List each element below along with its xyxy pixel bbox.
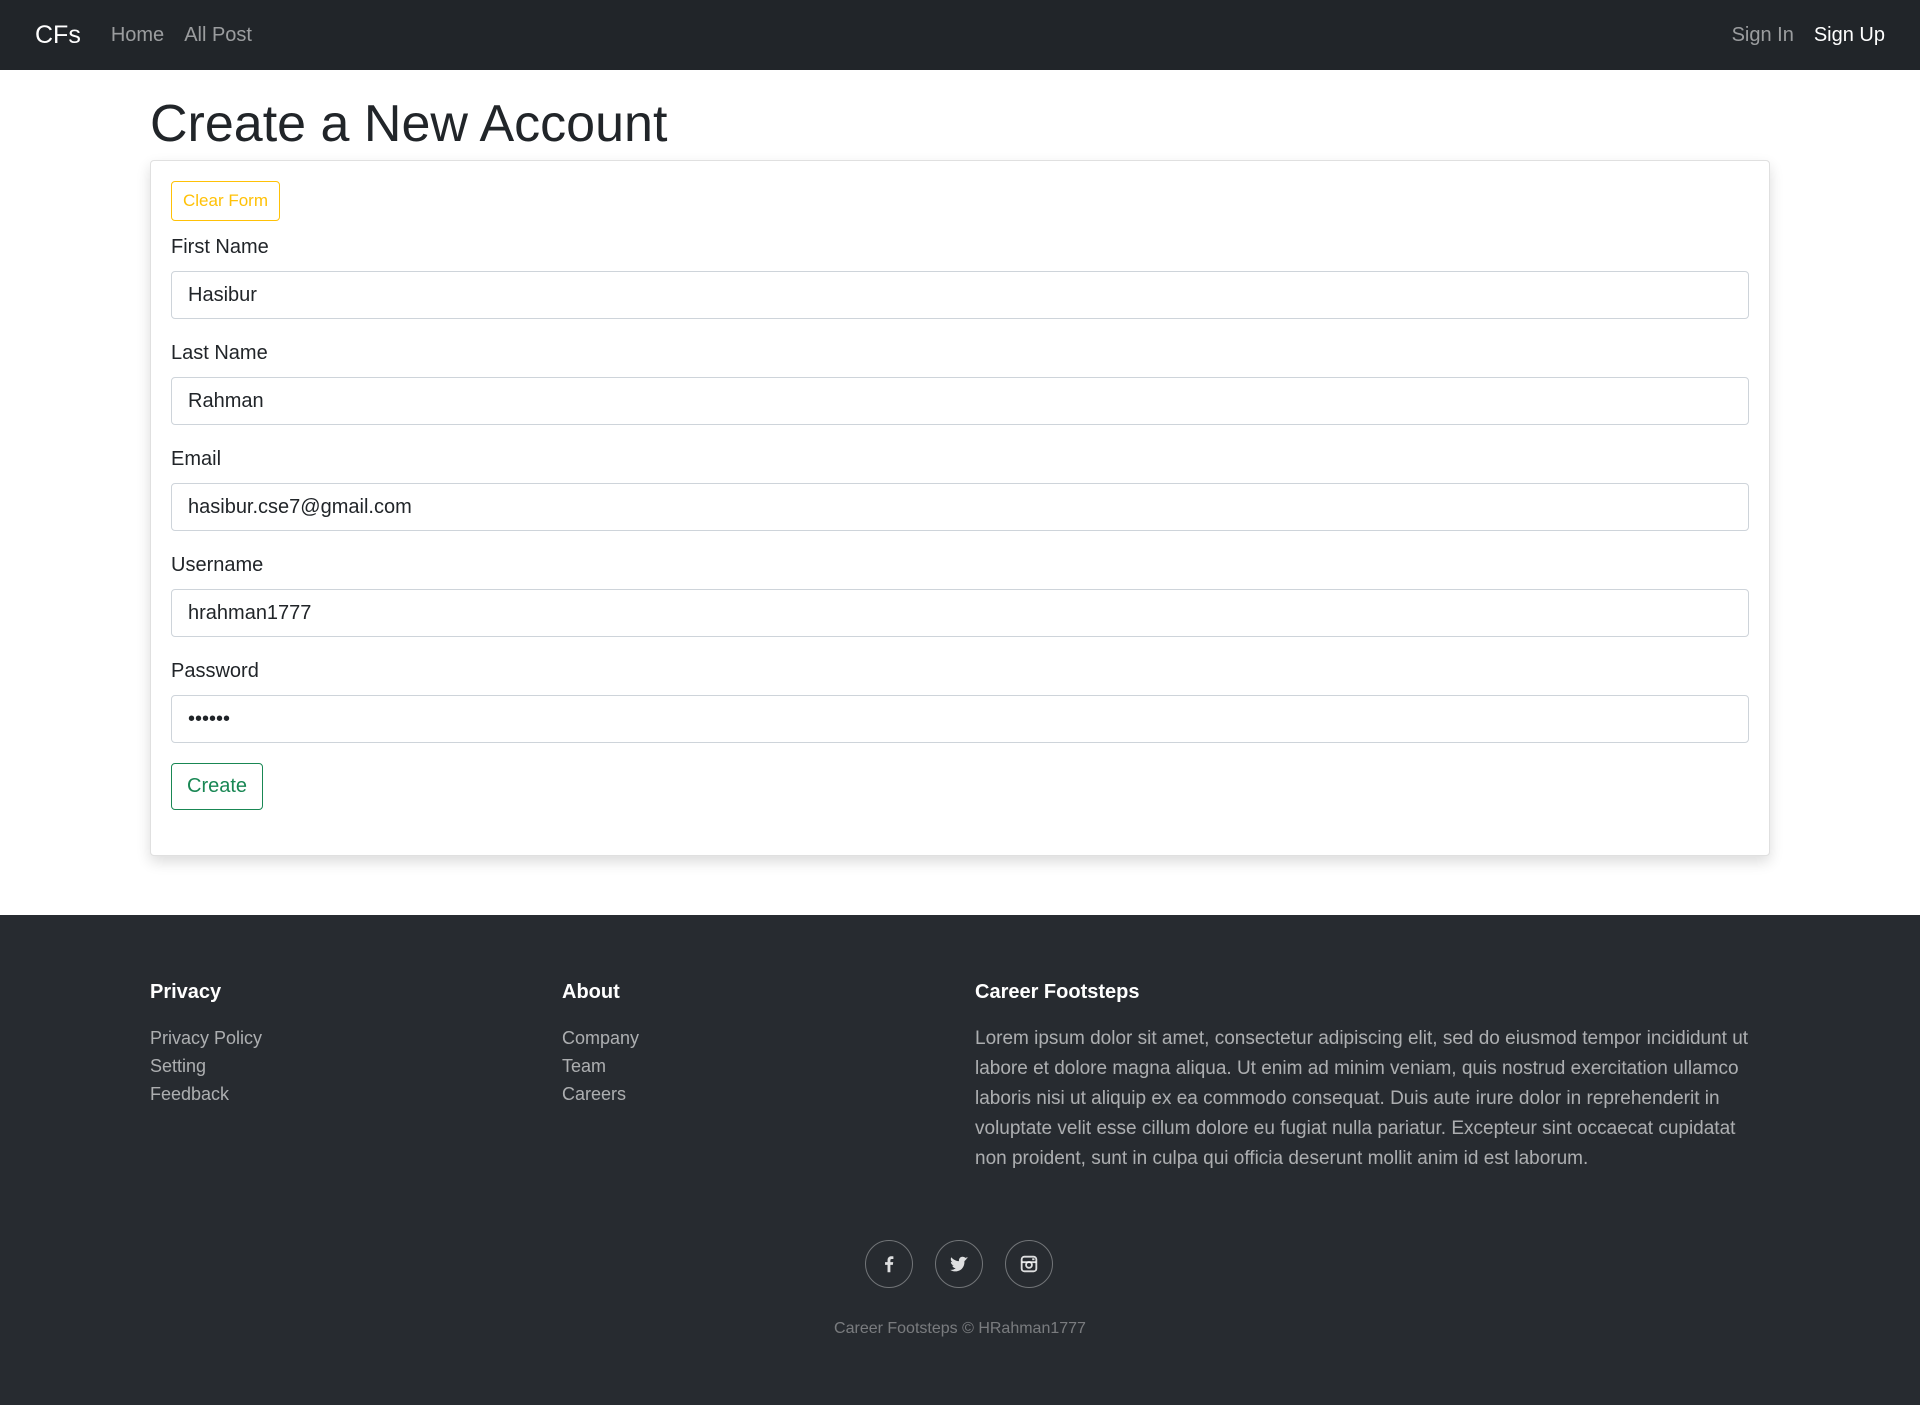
copyright-text: Career Footsteps © HRahman1777 bbox=[834, 1320, 1086, 1337]
password-group: Password •••••• bbox=[171, 659, 1749, 743]
careers-link[interactable]: Careers bbox=[562, 1080, 639, 1108]
last-name-label: Last Name bbox=[171, 342, 268, 364]
first-name-input[interactable]: Hasibur bbox=[171, 271, 1749, 319]
email-group: Email hasibur.cse7@gmail.com bbox=[171, 447, 1749, 531]
nav-auth-links: Sign In Sign Up bbox=[1732, 24, 1885, 47]
social-links bbox=[865, 1240, 1053, 1288]
footer-about-column: About Company Team Careers bbox=[562, 980, 639, 1108]
company-link[interactable]: Company bbox=[562, 1024, 639, 1052]
brand-logo[interactable]: CFs bbox=[35, 21, 81, 50]
sign-in-link[interactable]: Sign In bbox=[1732, 24, 1794, 47]
nav-links: Home All Post bbox=[111, 24, 252, 47]
password-input[interactable]: •••••• bbox=[171, 695, 1749, 743]
signup-form-card: Clear Form First Name Hasibur Last Name … bbox=[150, 160, 1770, 856]
nav-link-home[interactable]: Home bbox=[111, 24, 164, 47]
email-label: Email bbox=[171, 448, 222, 470]
footer-career-heading: Career Footsteps bbox=[975, 981, 1140, 1003]
username-label: Username bbox=[171, 554, 264, 576]
setting-link[interactable]: Setting bbox=[150, 1052, 262, 1080]
footer-privacy-heading: Privacy bbox=[150, 981, 222, 1003]
nav-link-all-post[interactable]: All Post bbox=[184, 24, 252, 47]
first-name-group: First Name Hasibur bbox=[171, 235, 1749, 319]
facebook-icon[interactable] bbox=[865, 1240, 913, 1288]
privacy-policy-link[interactable]: Privacy Policy bbox=[150, 1024, 262, 1052]
footer-career-text: Lorem ipsum dolor sit amet, consectetur … bbox=[975, 1028, 1749, 1169]
footer-privacy-column: Privacy Privacy Policy Setting Feedback bbox=[150, 980, 262, 1108]
navbar: CFs Home All Post Sign In Sign Up bbox=[0, 0, 1920, 70]
username-input[interactable]: hrahman1777 bbox=[171, 589, 1749, 637]
instagram-icon[interactable] bbox=[1005, 1240, 1053, 1288]
last-name-input[interactable]: Rahman bbox=[171, 377, 1749, 425]
footer-career-column: Career Footsteps Lorem ipsum dolor sit a… bbox=[975, 980, 1755, 1174]
password-label: Password bbox=[171, 660, 259, 682]
twitter-icon[interactable] bbox=[935, 1240, 983, 1288]
footer-about-heading: About bbox=[562, 981, 620, 1003]
username-group: Username hrahman1777 bbox=[171, 553, 1749, 637]
email-input[interactable]: hasibur.cse7@gmail.com bbox=[171, 483, 1749, 531]
sign-up-link[interactable]: Sign Up bbox=[1814, 24, 1885, 47]
page-title: Create a New Account bbox=[150, 95, 668, 153]
feedback-link[interactable]: Feedback bbox=[150, 1080, 262, 1108]
first-name-label: First Name bbox=[171, 236, 269, 258]
clear-form-button[interactable]: Clear Form bbox=[171, 181, 281, 221]
team-link[interactable]: Team bbox=[562, 1052, 639, 1080]
last-name-group: Last Name Rahman bbox=[171, 341, 1749, 425]
create-button[interactable]: Create bbox=[171, 763, 264, 810]
